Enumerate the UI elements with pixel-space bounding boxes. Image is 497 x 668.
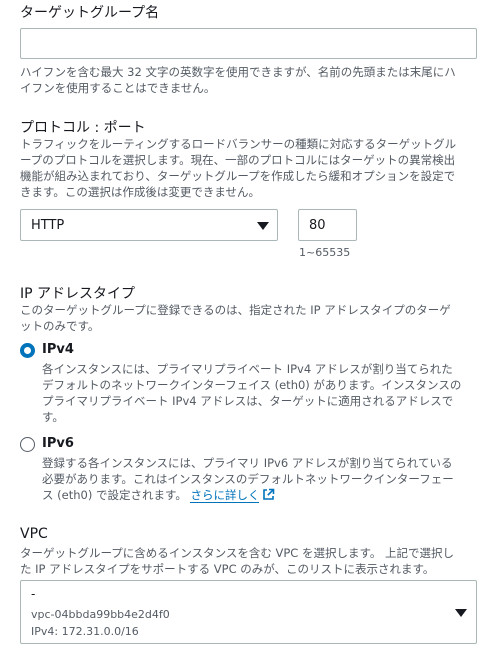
description-line: ットのみです。	[20, 319, 100, 333]
radio-option-ipv4[interactable]: IPv4	[18, 340, 218, 362]
vpc-label: VPC	[20, 526, 48, 542]
radio-label-ipv4: IPv4	[42, 342, 74, 357]
vpc-select[interactable]: - vpc-04bbda99bb4e2d4f0 IPv4: 172.31.0.0…	[20, 580, 477, 644]
description-line: 必要があります。これはインスタンスのデフォルトネットワークインターフェー	[42, 472, 454, 486]
description-line: ープのプロトコルを選択します。現在、一部のプロトコルにはターゲットの異常検出	[20, 153, 456, 167]
description-line-with-link: ス (eth0) で設定されます。 さらに詳しく	[42, 487, 454, 505]
target-group-name-label: ターゲットグループ名	[20, 5, 160, 21]
vpc-description: ターゲットグループに含めるインスタンスを含む VPC を選択します。 上記で選択…	[20, 545, 454, 577]
protocol-port-label: プロトコル : ポート	[20, 120, 146, 136]
port-range-hint: 1~65535	[299, 246, 351, 259]
radio-label-ipv6: IPv6	[42, 436, 74, 451]
ip-address-type-description: このターゲットグループに登録できるのは、指定された IP アドレスタイプのターゲ…	[20, 302, 451, 334]
radio-icon[interactable]	[20, 343, 35, 358]
ip-address-type-label: IP アドレスタイプ	[20, 286, 136, 302]
description-line-text: ス (eth0) で設定されます。	[42, 488, 187, 502]
vpc-select-cidr: IPv4: 172.31.0.0/16	[31, 625, 139, 638]
description-line: 登録する各インスタンスには、プライマリ IPv6 アドレスが割り当てられている	[42, 456, 453, 470]
description-line: デフォルトのネットワークインターフェイス (eth0) があります。インスタンス…	[42, 378, 462, 392]
protocol-port-description: トラフィックをルーティングするロードバランサーの種類に対応するターゲットグル ー…	[20, 136, 456, 200]
description-line: きます。この選択は作成後は変更できません。	[20, 185, 261, 199]
description-line: た IP アドレスタイプをサポートする VPC のみが、このリストに表示されます…	[20, 562, 435, 576]
target-group-name-input[interactable]	[20, 28, 477, 59]
radio-option-ipv6[interactable]: IPv6	[18, 434, 218, 456]
external-link-icon[interactable]	[262, 488, 275, 505]
description-line: ターゲットグループに含めるインスタンスを含む VPC を選択します。 上記で選択…	[20, 546, 454, 560]
radio-icon[interactable]	[20, 437, 35, 452]
target-group-name-hint: ハイフンを含む最大 32 文字の英数字を使用できますが、名前の先頭または末尾にハ…	[20, 64, 456, 96]
ipv6-description: 登録する各インスタンスには、プライマリ IPv6 アドレスが割り当てられている …	[42, 455, 454, 505]
learn-more-link[interactable]: さらに詳しく	[190, 488, 260, 503]
description-line: プライマリプライベート IPv4 アドレスは、ターゲットに適用されるアドレスで	[42, 394, 454, 408]
protocol-select-value: HTTP	[31, 218, 65, 233]
caret-down-icon	[455, 609, 467, 617]
description-line: 機能が組み込まれており、ターゲットグループを作成したら緩和オプションを設定で	[20, 169, 456, 183]
hint-line: イフンを使用することはできません。	[20, 81, 216, 95]
description-line: トラフィックをルーティングするロードバランサーの種類に対応するターゲットグル	[20, 137, 457, 151]
ipv4-description: 各インスタンスには、プライマリプライベート IPv4 アドレスが割り当てられた …	[42, 361, 461, 425]
hint-line: ハイフンを含む最大 32 文字の英数字を使用できますが、名前の先頭または末尾にハ	[20, 65, 456, 79]
description-line: 各インスタンスには、プライマリプライベート IPv4 アドレスが割り当てられた	[42, 362, 453, 376]
protocol-select[interactable]: HTTP	[20, 209, 278, 241]
vpc-select-name: -	[31, 587, 36, 601]
port-input[interactable]	[298, 209, 357, 241]
description-line: このターゲットグループに登録できるのは、指定された IP アドレスタイプのターゲ	[20, 303, 451, 317]
caret-down-icon	[257, 222, 269, 230]
vpc-select-id: vpc-04bbda99bb4e2d4f0	[31, 608, 170, 621]
description-line: す。	[42, 410, 64, 424]
